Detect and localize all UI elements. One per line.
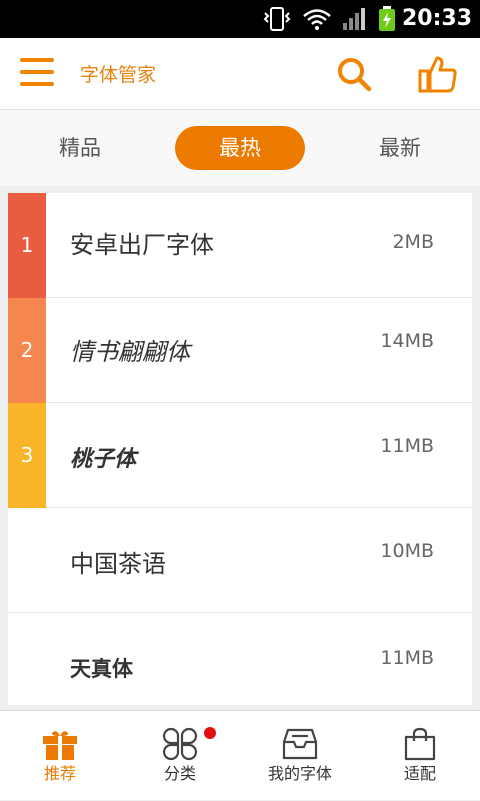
tab-newest[interactable]: 最新	[340, 126, 460, 170]
battery-charging-icon	[379, 6, 395, 31]
vibrate-icon	[263, 7, 291, 31]
font-size: 11MB	[380, 647, 434, 669]
font-size: 10MB	[380, 540, 434, 562]
rank-badge: 3	[8, 403, 46, 508]
shopping-bag-icon	[404, 727, 436, 761]
category-icon	[162, 727, 198, 761]
list-item[interactable]: 天真体 11MB	[8, 613, 472, 705]
tab-bar: 精品 最热 最新	[0, 110, 480, 186]
rank-badge: 2	[8, 298, 46, 403]
thumbs-up-icon	[418, 56, 457, 93]
font-list: 1 安卓出厂字体 2MB 2 情书翩翩体 14MB 3 桃子体 11MB 中国茶…	[8, 193, 472, 705]
page-title: 字体管家	[80, 64, 157, 86]
search-button[interactable]	[336, 56, 372, 92]
status-time: 20:33	[401, 6, 472, 31]
tab-hottest[interactable]: 最热	[175, 126, 305, 170]
font-name: 桃子体	[70, 446, 137, 472]
inbox-icon	[282, 728, 318, 760]
font-size: 2MB	[392, 231, 434, 253]
wifi-icon	[303, 9, 331, 30]
font-size: 11MB	[380, 435, 434, 457]
nav-label: 适配	[403, 764, 436, 783]
bottom-nav: 推荐 分类 我的字体 适配	[0, 710, 480, 800]
nav-my-fonts[interactable]: 我的字体	[240, 711, 360, 801]
font-name: 情书翩翩体	[70, 338, 190, 366]
list-item[interactable]: 中国茶语 10MB	[8, 508, 472, 613]
menu-icon	[20, 58, 54, 62]
notification-dot	[204, 727, 216, 739]
signal-icon	[343, 8, 365, 30]
tab-featured[interactable]: 精品	[20, 126, 140, 170]
font-name: 安卓出厂字体	[70, 231, 214, 259]
font-name: 天真体	[70, 657, 133, 681]
nav-recommend[interactable]: 推荐	[0, 711, 120, 801]
rank-badge: 1	[8, 193, 46, 298]
status-icons	[262, 5, 396, 33]
list-item[interactable]: 1 安卓出厂字体 2MB	[8, 193, 472, 298]
nav-label: 推荐	[43, 764, 76, 783]
font-name: 中国茶语	[70, 550, 166, 578]
menu-button[interactable]	[20, 58, 56, 90]
font-size: 14MB	[380, 330, 434, 352]
nav-category[interactable]: 分类	[120, 711, 240, 801]
list-item[interactable]: 2 情书翩翩体 14MB	[8, 298, 472, 403]
status-bar: 20:33	[0, 0, 480, 38]
app-bar: 字体管家	[0, 38, 480, 110]
nav-label: 分类	[163, 764, 196, 783]
nav-label: 我的字体	[267, 764, 332, 783]
nav-adapt[interactable]: 适配	[360, 711, 480, 801]
gift-icon	[43, 731, 77, 760]
like-button[interactable]	[418, 54, 458, 94]
list-item[interactable]: 3 桃子体 11MB	[8, 403, 472, 508]
search-icon	[338, 58, 372, 92]
